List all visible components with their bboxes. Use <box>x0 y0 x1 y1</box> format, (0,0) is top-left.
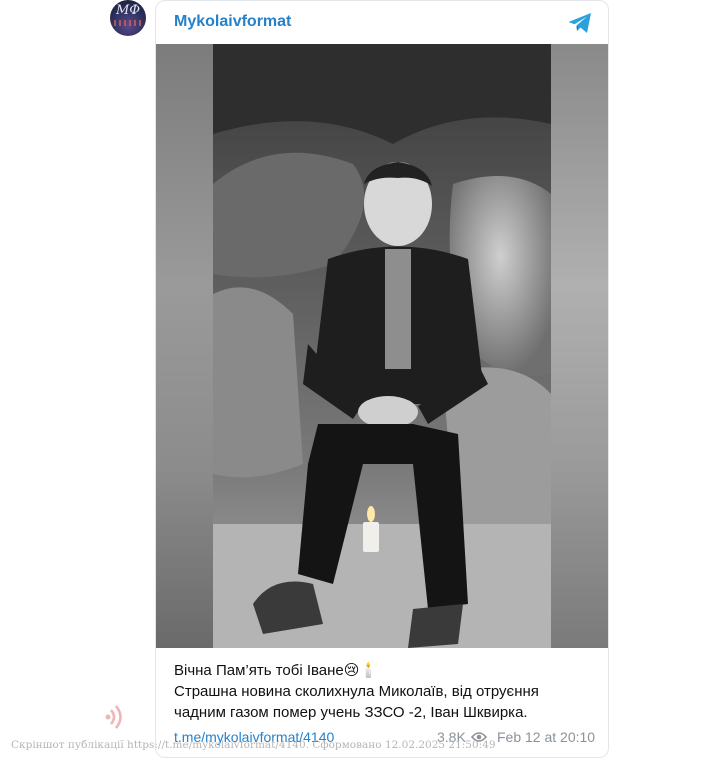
channel-name-link[interactable]: Mykolaivformat <box>174 13 291 31</box>
telegram-icon[interactable] <box>567 11 593 35</box>
photo-blur-right <box>551 44 608 648</box>
channel-avatar[interactable]: МФ <box>110 0 146 36</box>
avatar-initials: МФ <box>115 3 141 18</box>
watermark-text: Скріншот публікації https://t.me/mykolai… <box>11 739 496 751</box>
memorial-photo <box>213 44 551 648</box>
photo-blur-left <box>156 44 213 648</box>
post-text-line: Страшна новина сколихнула Миколаїв, від … <box>174 683 539 700</box>
post-text-line: Вічна Пам’ять тобі Іване😢🕯️ <box>174 662 379 679</box>
sound-wave-icon <box>105 705 122 729</box>
avatar-decoration <box>114 20 142 26</box>
post-photo[interactable] <box>156 44 608 648</box>
post-text: Вічна Пам’ять тобі Іване😢🕯️ Страшна нови… <box>174 660 594 723</box>
post-text-line: чадним газом помер учень ЗЗСО -2, Іван Ш… <box>174 704 528 721</box>
post-date[interactable]: Feb 12 at 20:10 <box>497 729 595 745</box>
